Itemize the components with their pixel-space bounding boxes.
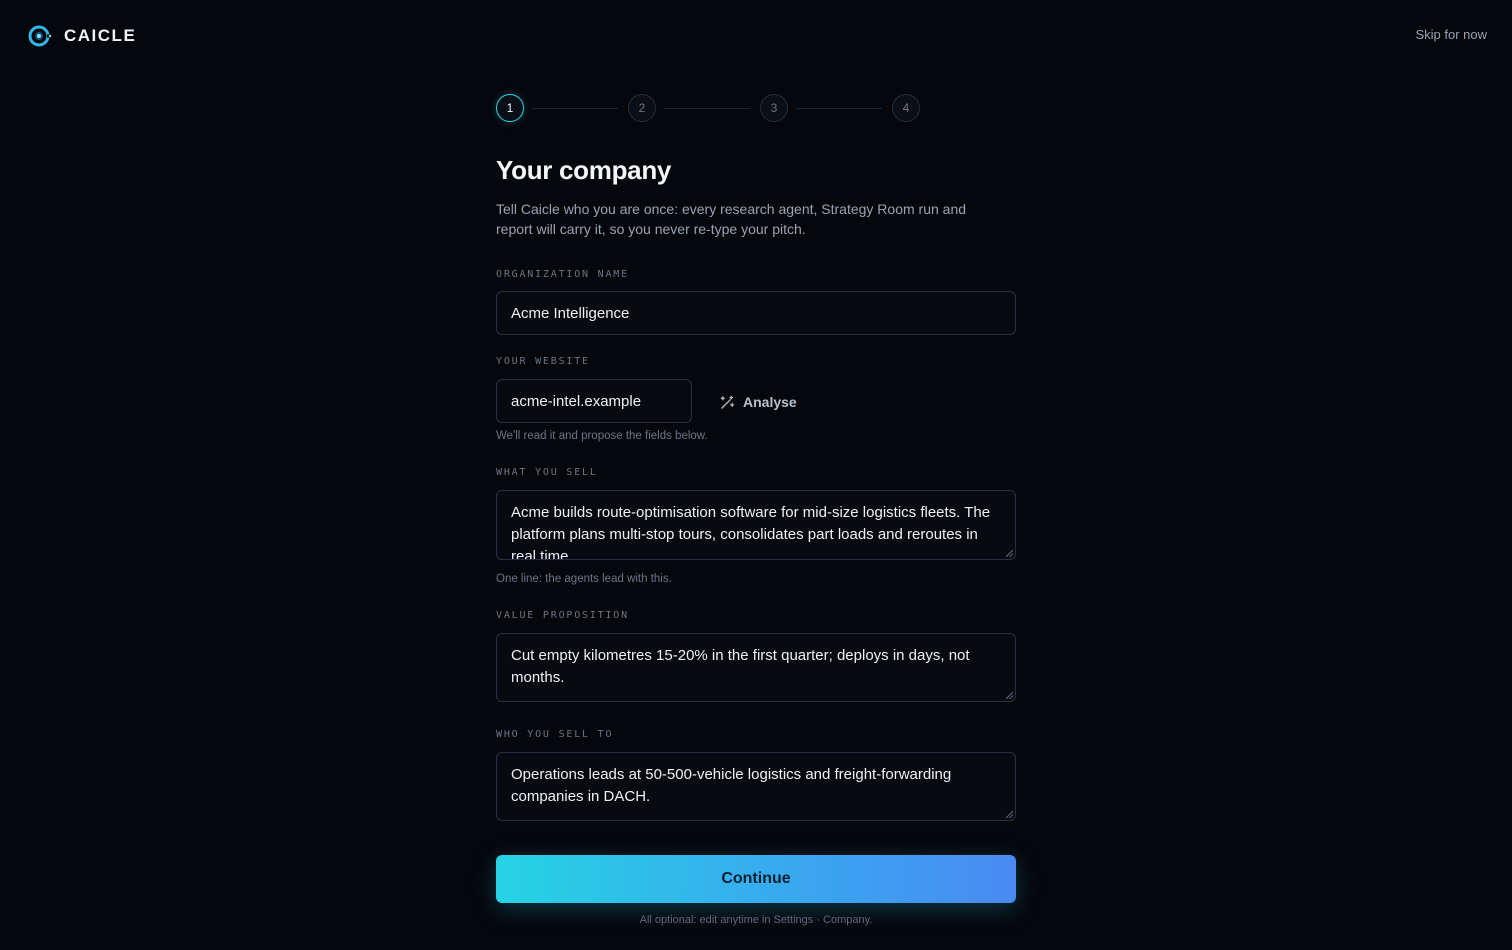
stepper-connector — [664, 107, 750, 109]
step-3[interactable]: 3 — [760, 94, 788, 122]
resize-handle[interactable] — [1006, 550, 1013, 557]
skip-for-now-link[interactable]: Skip for now — [1415, 27, 1487, 42]
page-title: Your company — [496, 155, 672, 185]
step-2[interactable]: 2 — [628, 94, 656, 122]
brand[interactable]: CAICLE — [28, 24, 136, 48]
who-you-sell-to-textarea[interactable]: Operations leads at 50-500-vehicle logis… — [496, 752, 1016, 821]
resize-handle[interactable] — [1006, 692, 1013, 699]
caicle-logo-icon — [28, 25, 52, 47]
continue-button[interactable]: Continue — [496, 855, 1016, 903]
what-you-sell-text: Acme builds route-optimisation software … — [511, 504, 991, 560]
step-1[interactable]: 1 — [496, 94, 524, 122]
who-you-sell-to-label: WHO YOU SELL TO — [496, 729, 614, 740]
organization-name-input[interactable]: Acme Intelligence — [496, 291, 1016, 335]
page-description: Tell Caicle who you are once: every rese… — [496, 201, 967, 237]
what-you-sell-hint: One line: the agents lead with this. — [496, 573, 672, 585]
analyse-button-label: Analyse — [743, 394, 797, 410]
stepper-connector — [796, 107, 882, 109]
resize-handle[interactable] — [1006, 811, 1013, 818]
brand-name: CAICLE — [64, 26, 137, 45]
value-proposition-textarea[interactable]: Cut empty kilometres 15-20% in the first… — [496, 633, 1016, 702]
value-proposition-text: Cut empty kilometres 15-20% in the first… — [511, 647, 970, 686]
stepper-connector — [532, 107, 618, 109]
website-label: YOUR WEBSITE — [496, 356, 590, 367]
value-proposition-label: VALUE PROPOSITION — [496, 610, 629, 621]
what-you-sell-label: WHAT YOU SELL — [496, 467, 598, 478]
magic-wand-icon — [720, 395, 735, 409]
what-you-sell-textarea[interactable]: Acme builds route-optimisation software … — [496, 490, 1016, 560]
footnote: All optional: edit anytime in Settings ·… — [639, 914, 873, 926]
website-hint: We'll read it and propose the fields bel… — [496, 430, 708, 442]
top-bar: CAICLE Skip for now — [0, 0, 1512, 72]
analyse-button[interactable]: Analyse — [720, 391, 797, 413]
website-input[interactable]: acme-intel.example — [496, 379, 692, 423]
who-you-sell-to-text: Operations leads at 50-500-vehicle logis… — [511, 766, 952, 805]
step-4[interactable]: 4 — [892, 94, 920, 122]
stepper: 1 2 3 4 — [496, 94, 926, 122]
organization-name-label: ORGANIZATION NAME — [496, 269, 629, 280]
